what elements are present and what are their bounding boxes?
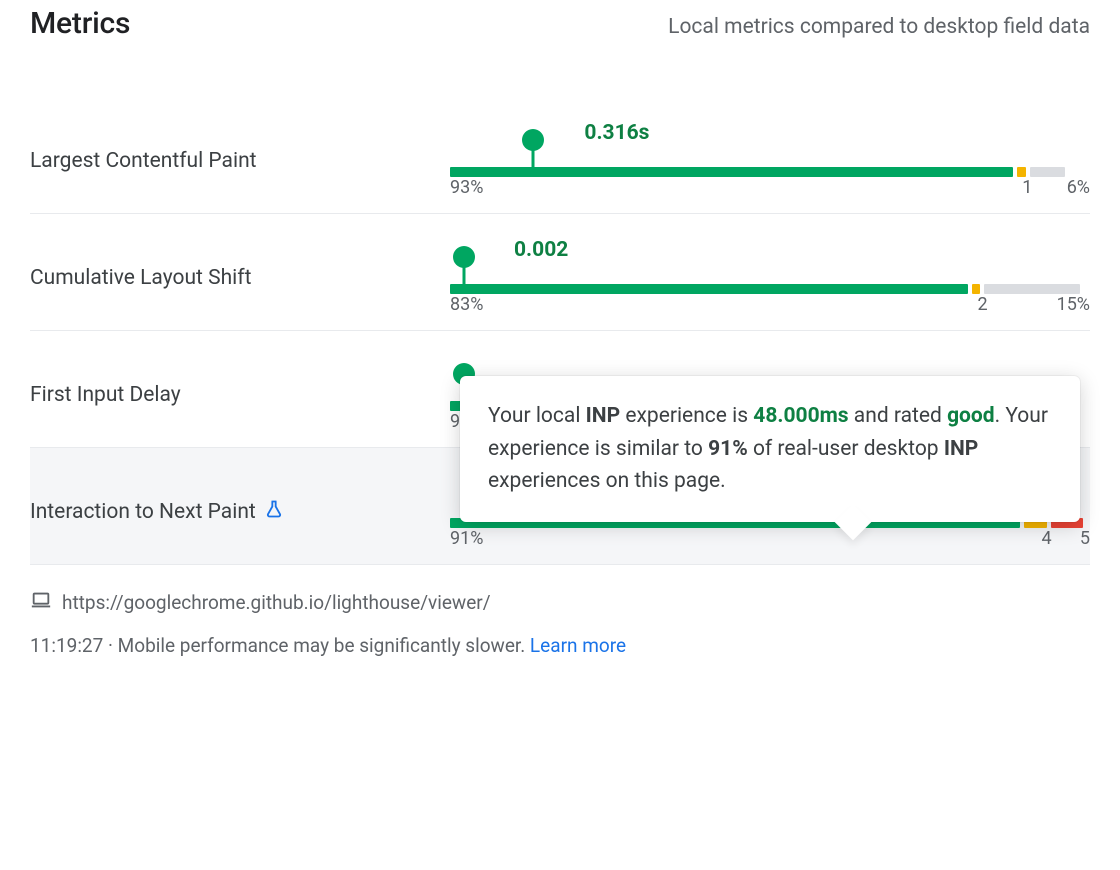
metric-row-cls[interactable]: Cumulative Layout Shift0.00283%215% <box>30 213 1090 330</box>
tooltip-text: and rated <box>849 404 947 428</box>
pct-good: 91% <box>450 528 483 549</box>
metric-value: 0.002 <box>514 238 568 262</box>
learn-more-link[interactable]: Learn more <box>530 634 626 657</box>
metric-name-label: Cumulative Layout Shift <box>30 266 251 290</box>
metric-name: First Input Delay <box>30 383 450 407</box>
tooltip-text: Your local <box>488 404 586 428</box>
tooltip-rating: good <box>947 404 995 428</box>
pct-ni: 2 <box>977 294 987 315</box>
metric-value: 0.316s <box>584 121 649 145</box>
tooltip-pct: 91% <box>708 437 748 461</box>
pct-poor: 6% <box>1067 177 1090 198</box>
segment-ni <box>972 284 980 294</box>
metric-name: Interaction to Next Paint <box>30 499 450 525</box>
segment-ni <box>1017 167 1025 177</box>
pct-poor: 5 <box>1080 528 1090 549</box>
pct-poor: 15% <box>1057 294 1090 315</box>
flask-icon <box>264 499 284 525</box>
distribution-bar <box>450 167 1090 177</box>
pct-ni: 1 <box>1022 177 1032 198</box>
footer-sep: · <box>103 634 117 657</box>
metric-name-label: Largest Contentful Paint <box>30 149 257 173</box>
tooltip-text: experiences on this page. <box>488 469 726 493</box>
metric-row-lcp[interactable]: Largest Contentful Paint0.316s93%16% <box>30 97 1090 213</box>
metric-name: Largest Contentful Paint <box>30 149 450 173</box>
footer-time: 11:19:27 <box>30 634 103 657</box>
metric-name-label: First Input Delay <box>30 383 181 407</box>
footer-url: https://googlechrome.github.io/lighthous… <box>62 591 491 614</box>
segment-good <box>450 167 1013 177</box>
footer: https://googlechrome.github.io/lighthous… <box>30 564 1090 657</box>
metric-marker <box>522 129 544 151</box>
tooltip-abbr: INP <box>944 437 979 461</box>
pct-good: 9 <box>450 411 460 432</box>
tooltip: Your local INP experience is 48.000ms an… <box>460 376 1080 522</box>
tooltip-abbr: INP <box>586 404 621 428</box>
segment-grey <box>1030 167 1066 177</box>
metric-chart: 0.316s93%16% <box>450 135 1090 187</box>
tooltip-text: experience is <box>620 404 753 428</box>
metric-name-label: Interaction to Next Paint <box>30 500 256 524</box>
metric-name: Cumulative Layout Shift <box>30 266 450 290</box>
segment-good <box>450 284 968 294</box>
metric-chart: 0.00283%215% <box>450 252 1090 304</box>
pct-good: 83% <box>450 294 483 315</box>
metric-marker <box>453 246 475 268</box>
footer-note: Mobile performance may be significantly … <box>118 634 530 657</box>
tooltip-value: 48.000ms <box>753 404 848 428</box>
section-title: Metrics <box>30 6 130 41</box>
segment-grey <box>984 284 1080 294</box>
section-subtitle: Local metrics compared to desktop field … <box>668 15 1090 39</box>
laptop-icon <box>30 589 52 616</box>
pct-ni: 4 <box>1041 528 1051 549</box>
pct-good: 93% <box>450 177 483 198</box>
tooltip-text: of real-user desktop <box>748 437 944 461</box>
distribution-bar <box>450 284 1090 294</box>
